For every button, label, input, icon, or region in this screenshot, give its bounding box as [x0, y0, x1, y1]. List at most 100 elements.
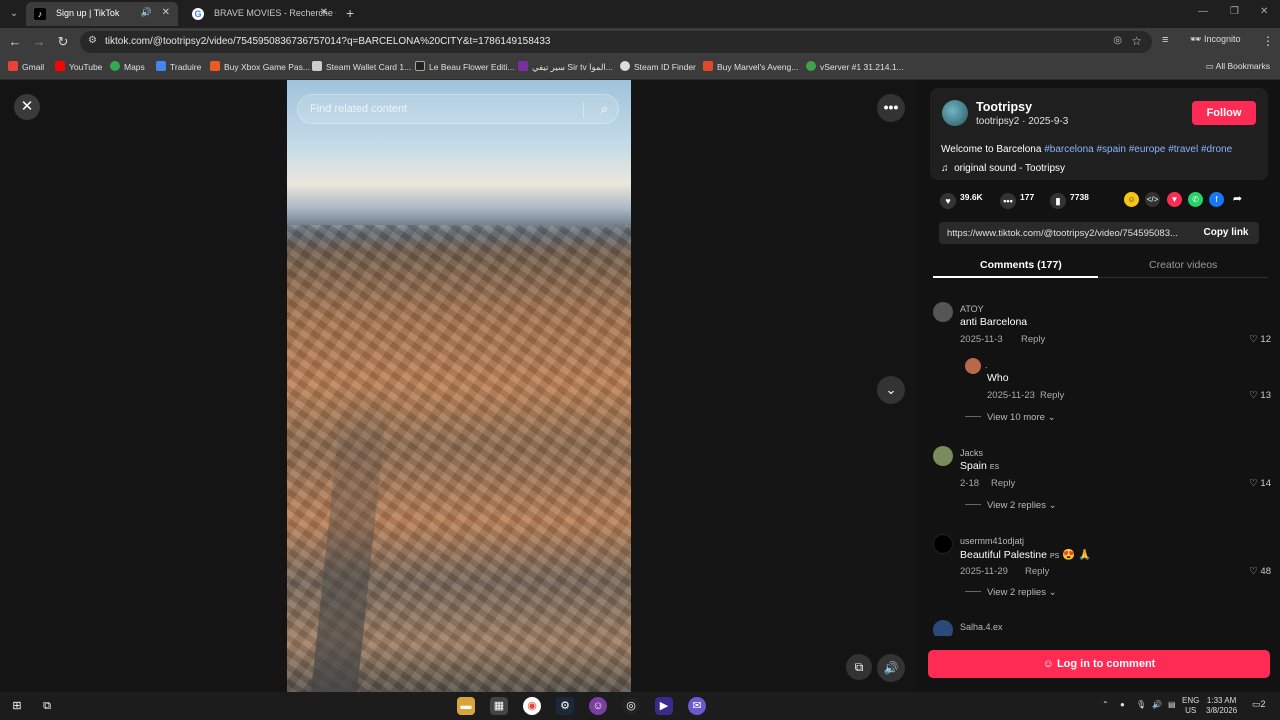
search-icon[interactable]: ⌕: [601, 101, 608, 117]
bookmark-vserver[interactable]: vServer #1 31.214.1...: [806, 61, 904, 72]
view-more-replies[interactable]: View 10 more ⌄: [965, 412, 1056, 423]
chrome-icon[interactable]: ◉: [523, 697, 541, 715]
tab-close-icon[interactable]: ✕: [162, 7, 170, 18]
incognito-indicator[interactable]: 🕶 Incognito: [1190, 34, 1240, 45]
comment-username[interactable]: .: [985, 360, 988, 370]
star-icon[interactable]: ☆: [1131, 34, 1142, 48]
url-text[interactable]: tiktok.com/@tootripsy2/video/75459508367…: [105, 36, 550, 47]
avatar[interactable]: [933, 620, 953, 636]
windows-start-icon[interactable]: ⊞: [8, 697, 26, 715]
sound-link[interactable]: ♫ original sound - Tootripsy: [941, 163, 1065, 174]
bookmark-traduire[interactable]: Traduire: [156, 61, 201, 72]
hashtag-link[interactable]: #barcelona: [1044, 144, 1093, 155]
avatar[interactable]: [933, 534, 953, 554]
reply-button[interactable]: Reply: [1040, 390, 1064, 401]
clock[interactable]: 1:33 AM 3/8/2026: [1206, 696, 1237, 716]
tab-search-icon[interactable]: ⌄: [4, 4, 24, 24]
comment-like[interactable]: ♡ 48: [1249, 566, 1271, 577]
maximize-icon[interactable]: ❐: [1230, 6, 1239, 17]
steam-icon[interactable]: ⚙: [556, 697, 574, 715]
comment-like[interactable]: ♡ 14: [1249, 478, 1271, 489]
microphone-icon[interactable]: 🎙: [1136, 700, 1146, 710]
bookmark-marvel[interactable]: Buy Marvel's Aveng...: [703, 61, 798, 72]
address-bar[interactable]: ⚙ tiktok.com/@tootripsy2/video/754595083…: [80, 31, 1152, 53]
comment-like[interactable]: ♡ 13: [1249, 390, 1271, 401]
reply-button[interactable]: Reply: [1021, 334, 1045, 345]
bookmark-flower[interactable]: Le Beau Flower Editi...: [415, 61, 515, 72]
bookmark-youtube[interactable]: YouTube: [55, 61, 102, 72]
avatar[interactable]: [933, 302, 953, 322]
app-icon[interactable]: ▶: [655, 697, 673, 715]
floating-player-button[interactable]: ⧉: [846, 654, 872, 680]
task-view-icon[interactable]: ⧉: [38, 697, 56, 715]
author-name[interactable]: Tootripsy: [976, 100, 1032, 114]
reply-button[interactable]: Reply: [991, 478, 1015, 489]
coin-share-icon[interactable]: ☺: [1124, 192, 1139, 207]
whatsapp-icon[interactable]: ✆: [1188, 192, 1203, 207]
back-icon[interactable]: ←: [7, 34, 23, 50]
comment-username[interactable]: Salha.4.ex: [960, 622, 1003, 632]
minimize-icon[interactable]: —: [1198, 6, 1208, 17]
obs-icon[interactable]: ◎: [622, 697, 640, 715]
tab-creator-videos[interactable]: Creator videos: [1149, 259, 1217, 271]
reply-button[interactable]: Reply: [1025, 566, 1049, 577]
bookmark-maps[interactable]: Maps: [110, 61, 145, 72]
next-video-button[interactable]: ⌄: [877, 376, 905, 404]
copy-link-button[interactable]: Copy link: [1193, 222, 1259, 244]
site-info-icon[interactable]: ⚙: [88, 35, 97, 46]
tab-audio-icon[interactable]: 🔊: [141, 7, 152, 18]
author-avatar[interactable]: [942, 100, 968, 126]
view-replies[interactable]: View 2 replies ⌄: [965, 500, 1057, 511]
tab-close-icon[interactable]: ✕: [320, 7, 328, 18]
video-frame[interactable]: Find related content ⌕: [287, 80, 631, 692]
avatar[interactable]: [965, 358, 981, 374]
avatar[interactable]: [933, 446, 953, 466]
share-link-text[interactable]: https://www.tiktok.com/@tootripsy2/video…: [947, 228, 1178, 239]
new-tab-icon[interactable]: +: [346, 5, 354, 21]
volume-button[interactable]: 🔊: [877, 654, 905, 682]
tab-comments[interactable]: Comments (177): [980, 259, 1062, 271]
embed-icon[interactable]: </>: [1145, 192, 1160, 207]
window-close-icon[interactable]: ✕: [1260, 6, 1268, 17]
language-indicator[interactable]: ENG US: [1182, 696, 1199, 716]
hashtag-link[interactable]: #travel: [1168, 144, 1198, 155]
facebook-icon[interactable]: f: [1209, 192, 1224, 207]
save-button[interactable]: ▮ 7738: [1050, 192, 1089, 209]
messenger-icon[interactable]: ✉: [688, 697, 706, 715]
share-arrow-icon[interactable]: ➦: [1230, 192, 1245, 207]
comment-username[interactable]: usermm41odjatj: [960, 536, 1024, 546]
comment-username[interactable]: Jacks: [960, 448, 983, 458]
view-replies[interactable]: View 2 replies ⌄: [965, 587, 1057, 598]
follow-button[interactable]: Follow: [1192, 101, 1256, 125]
network-icon[interactable]: ▤: [1168, 700, 1176, 710]
comment-button[interactable]: ••• 177: [1000, 192, 1034, 209]
login-to-comment-button[interactable]: ☺ Log in to comment: [928, 650, 1270, 678]
bookmark-sirtv[interactable]: سير تيفي Sir tv الموا...: [518, 61, 613, 73]
speaker-icon[interactable]: 🔊: [1152, 700, 1162, 710]
send-to-friend-icon[interactable]: ▼: [1167, 192, 1182, 207]
comment-like[interactable]: ♡ 12: [1249, 334, 1271, 345]
bookmark-steam-id[interactable]: Steam ID Finder: [620, 61, 696, 72]
hashtag-link[interactable]: #spain: [1096, 144, 1125, 155]
tray-app-icon[interactable]: ●: [1120, 700, 1125, 710]
eye-off-icon[interactable]: ◎: [1113, 35, 1122, 46]
all-bookmarks[interactable]: ▭ All Bookmarks: [1206, 61, 1270, 72]
file-explorer-icon[interactable]: ▬: [457, 697, 475, 715]
related-search-box[interactable]: Find related content ⌕: [297, 94, 619, 124]
more-options-button[interactable]: •••: [877, 94, 905, 122]
tray-chevron-icon[interactable]: ⌃: [1102, 700, 1109, 710]
close-video-button[interactable]: ✕: [14, 94, 40, 120]
author-handle-date[interactable]: tootripsy2 · 2025-9-3: [976, 116, 1068, 127]
browser-menu-icon[interactable]: ⋮: [1262, 34, 1274, 48]
store-icon[interactable]: ▦: [490, 697, 508, 715]
reload-icon[interactable]: ↻: [55, 34, 71, 50]
media-controls-icon[interactable]: ≡: [1162, 34, 1168, 46]
hashtag-link[interactable]: #drone: [1201, 144, 1232, 155]
comment-username[interactable]: ATOY: [960, 304, 984, 314]
bookmark-steam-wallet[interactable]: Steam Wallet Card 1...: [312, 61, 411, 72]
tab-tiktok[interactable]: ♪ Sign up | TikTok 🔊 ✕: [26, 2, 178, 26]
discord-icon[interactable]: ☺: [589, 697, 607, 715]
bookmark-gmail[interactable]: Gmail: [8, 61, 44, 72]
like-button[interactable]: ♥ 39.6K: [940, 192, 983, 209]
hashtag-link[interactable]: #europe: [1129, 144, 1166, 155]
